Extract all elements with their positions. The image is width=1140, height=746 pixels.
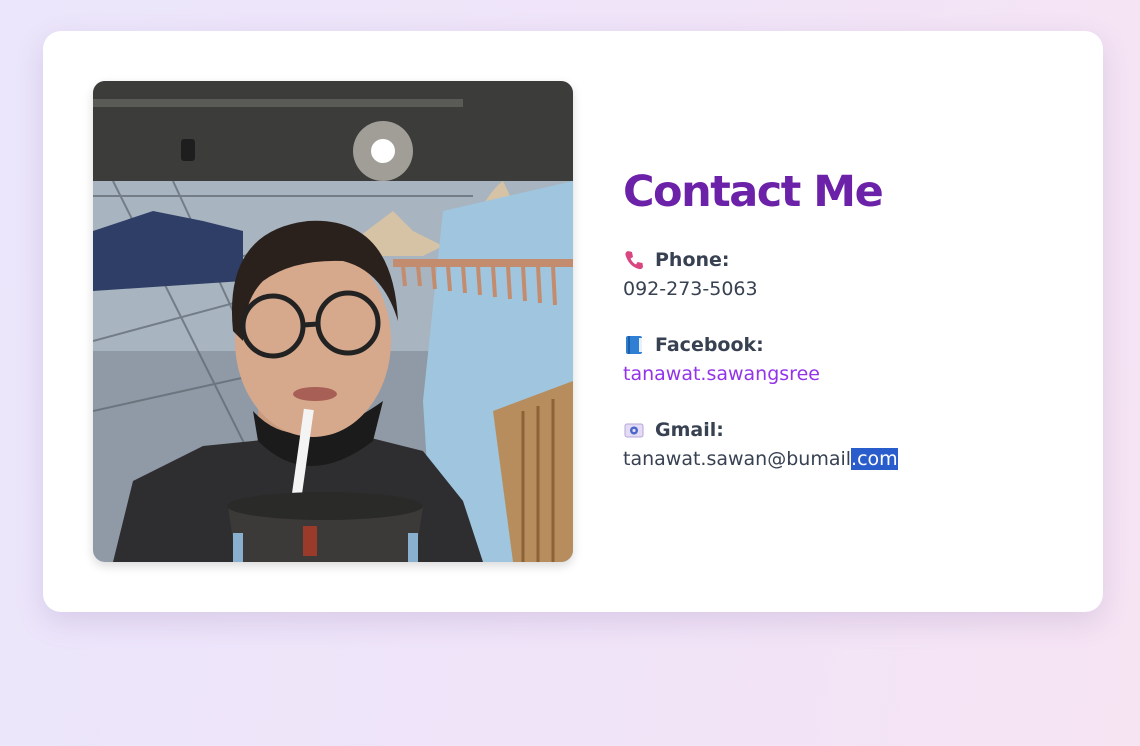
phone-label-row: Phone:	[623, 247, 1063, 273]
contact-item-phone: Phone: 092-273-5063	[623, 247, 1063, 305]
contact-card: Contact Me Phone: 092-273-5063 Facebook:…	[43, 31, 1103, 612]
contact-item-gmail: Gmail: tanawat.sawan@bumail.com	[623, 417, 1063, 475]
gmail-label-row: Gmail:	[623, 417, 1063, 443]
gmail-value-text: tanawat.sawan@bumail	[623, 448, 852, 470]
mail-icon	[623, 419, 645, 441]
phone-icon	[623, 249, 645, 271]
profile-photo-image	[93, 81, 573, 562]
phone-label: Phone:	[655, 249, 730, 271]
gmail-value[interactable]: tanawat.sawan@bumail.com	[623, 443, 1063, 475]
gmail-label: Gmail:	[655, 419, 724, 441]
gmail-value-selection: .com	[851, 448, 898, 470]
contact-info: Contact Me Phone: 092-273-5063 Facebook:…	[623, 161, 1063, 475]
profile-photo	[93, 81, 573, 562]
facebook-link[interactable]: tanawat.sawangsree	[623, 363, 820, 385]
phone-value: 092-273-5063	[623, 278, 758, 300]
book-icon	[623, 334, 645, 356]
page-title: Contact Me	[623, 167, 884, 217]
facebook-label-row: Facebook:	[623, 332, 1063, 358]
contact-item-facebook: Facebook: tanawat.sawangsree	[623, 332, 1063, 390]
facebook-label: Facebook:	[655, 334, 764, 356]
